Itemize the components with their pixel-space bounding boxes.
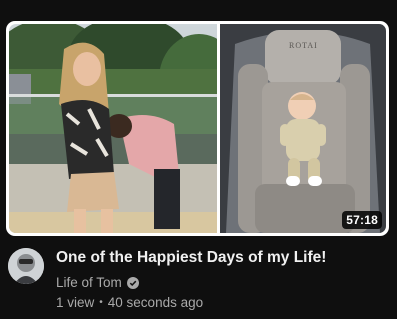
metadata-separator: • — [99, 297, 103, 308]
verified-check-icon — [126, 276, 139, 289]
channel-avatar[interactable] — [8, 248, 44, 284]
video-duration-badge: 57:18 — [342, 211, 382, 229]
thumbnail-photo-baby-chair — [220, 24, 386, 233]
thumbnail-photo-couple — [9, 24, 217, 233]
view-count: 1 view — [56, 295, 95, 310]
video-title[interactable]: One of the Happiest Days of my Life! — [56, 249, 386, 267]
channel-link[interactable]: Life of Tom — [56, 275, 139, 290]
video-thumbnail[interactable]: ROTAI 57:18 — [6, 21, 389, 236]
video-metadata: 1 view • 40 seconds ago — [56, 295, 203, 310]
upload-age: 40 seconds ago — [107, 295, 204, 310]
channel-name[interactable]: Life of Tom — [56, 275, 122, 290]
chair-brand-label: ROTAI — [289, 41, 318, 50]
